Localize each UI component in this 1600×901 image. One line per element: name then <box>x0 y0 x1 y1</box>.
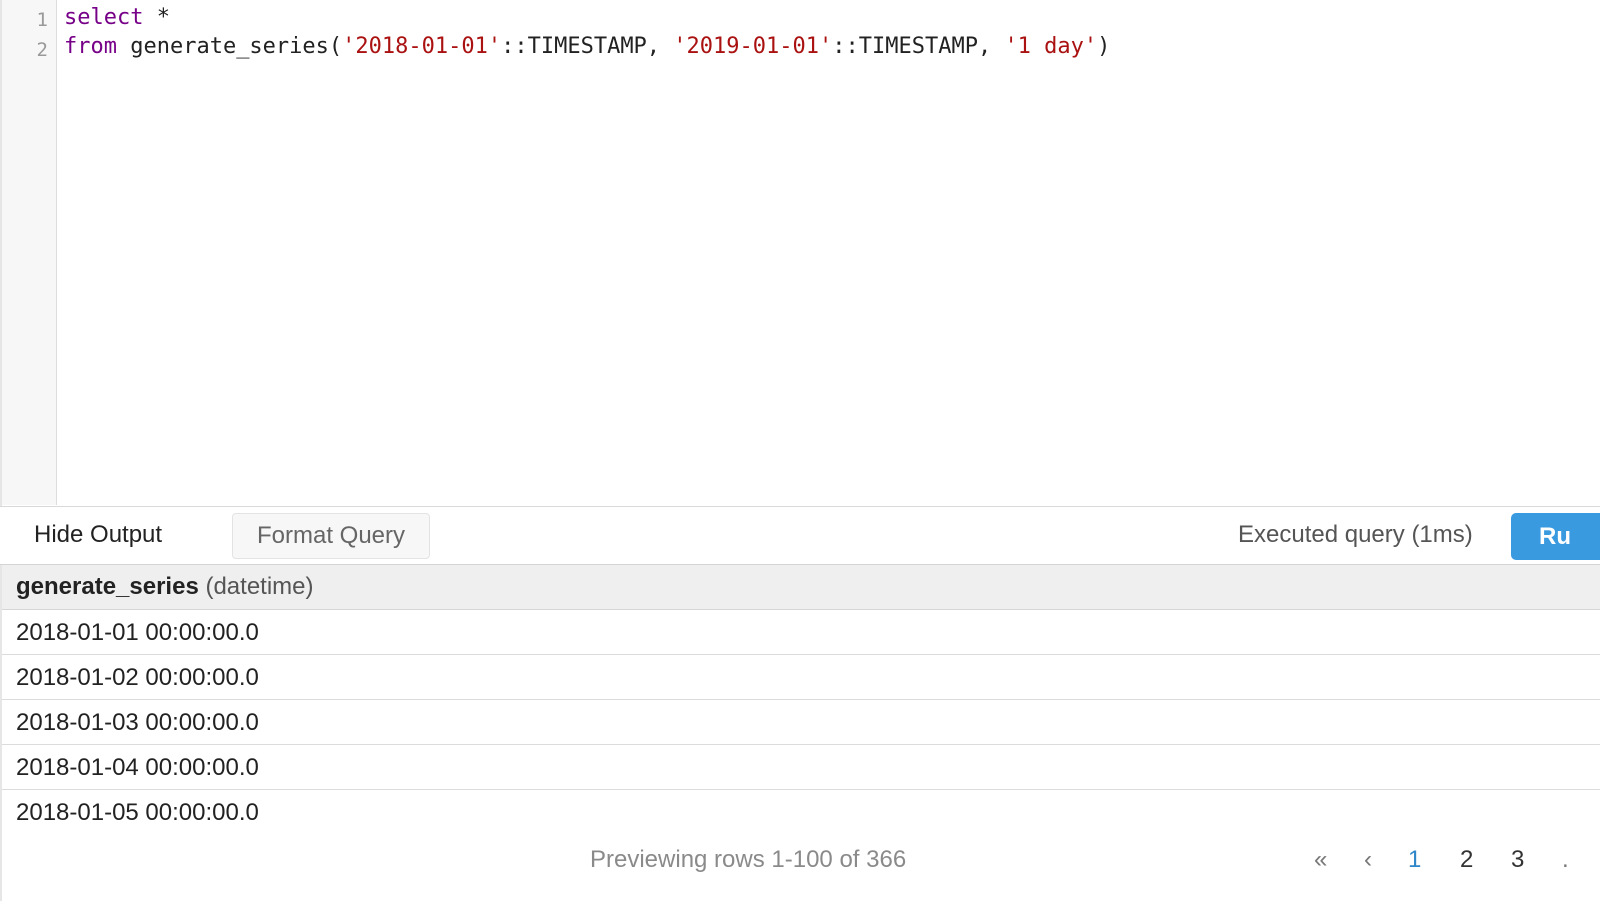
column-header[interactable]: generate_series (datetime) <box>2 565 1600 610</box>
sql-text: ::TIMESTAMP, <box>501 34 674 59</box>
sql-string: '1 day' <box>1004 34 1098 59</box>
table-row[interactable]: 2018-01-04 00:00:00.0 <box>2 745 1600 790</box>
code-line-1[interactable]: select * <box>64 3 170 33</box>
page-1-button[interactable]: 1 <box>1408 846 1421 874</box>
execution-status: Executed query (1ms) <box>1238 521 1473 548</box>
results-table: generate_series (datetime) 2018-01-01 00… <box>0 565 1600 835</box>
hide-output-button[interactable]: Hide Output <box>34 521 162 549</box>
column-type: (datetime) <box>205 573 314 600</box>
sql-editor[interactable]: 1 2 select * from generate_series('2018-… <box>0 0 1600 506</box>
code-line-2[interactable]: from generate_series('2018-01-01'::TIMES… <box>64 32 1110 62</box>
table-row[interactable]: 2018-01-01 00:00:00.0 <box>2 610 1600 655</box>
sql-string: '2019-01-01' <box>673 34 833 59</box>
sql-string: '2018-01-01' <box>342 34 502 59</box>
preview-row-count: Previewing rows 1-100 of 366 <box>590 846 907 873</box>
run-button[interactable]: Ru <box>1511 513 1600 560</box>
more-pages-ellipsis[interactable]: . <box>1562 846 1569 874</box>
page-3-button[interactable]: 3 <box>1511 846 1524 874</box>
first-page-button[interactable]: « <box>1314 846 1327 874</box>
line-number: 2 <box>36 39 48 61</box>
sql-function: generate_series( <box>116 34 343 59</box>
column-name: generate_series <box>16 573 199 600</box>
code-area[interactable]: select * from generate_series('2018-01-0… <box>64 0 1600 506</box>
line-number-gutter: 1 2 <box>2 0 57 505</box>
sql-text: ::TIMESTAMP, <box>832 34 1005 59</box>
line-number: 1 <box>36 9 48 31</box>
format-query-button[interactable]: Format Query <box>232 513 430 559</box>
sql-text: * <box>143 5 170 30</box>
page-2-button[interactable]: 2 <box>1460 846 1473 874</box>
prev-page-button[interactable]: ‹ <box>1364 846 1372 874</box>
sql-keyword: from <box>64 34 117 59</box>
table-row[interactable]: 2018-01-02 00:00:00.0 <box>2 655 1600 700</box>
query-toolbar: Hide Output Format Query Executed query … <box>0 506 1600 565</box>
table-row[interactable]: 2018-01-03 00:00:00.0 <box>2 700 1600 745</box>
table-row[interactable]: 2018-01-05 00:00:00.0 <box>2 790 1600 835</box>
sql-keyword: select <box>64 5 144 30</box>
results-footer: Previewing rows 1-100 of 366 « ‹ 1 2 3 . <box>0 834 1600 901</box>
sql-text: ) <box>1097 34 1111 59</box>
